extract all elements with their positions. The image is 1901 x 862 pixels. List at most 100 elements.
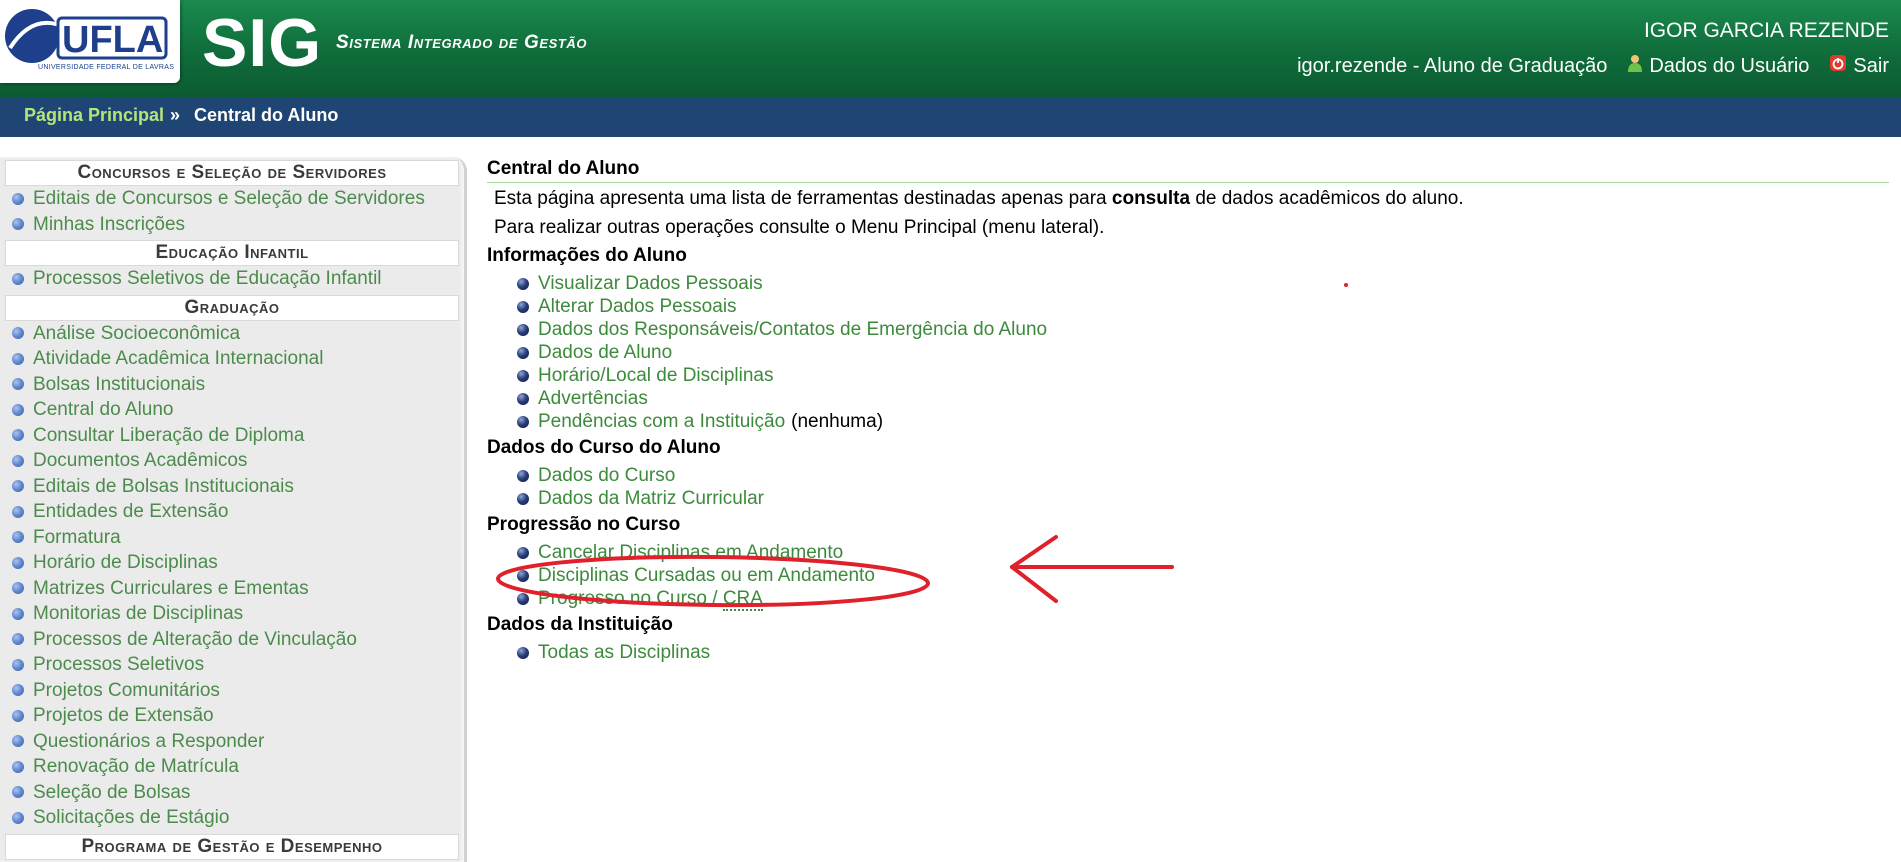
link-dados-matriz[interactable]: Dados da Matriz Curricular: [538, 487, 764, 510]
sidebar-item-label: Bolsas Institucionais: [33, 373, 206, 395]
sidebar-item-label: Formatura: [33, 526, 121, 548]
bullet-icon: [12, 352, 24, 365]
ufla-logo[interactable]: UFLA UNIVERSIDADE FEDERAL DE LAVRAS: [0, 0, 180, 83]
user-data-link[interactable]: Dados do Usuário: [1649, 55, 1809, 78]
user-info-line: igor.rezende - Aluno de Graduação Dados …: [1297, 54, 1889, 78]
sidebar-item[interactable]: Matrizes Curriculares e Ementas: [0, 576, 464, 602]
sidebar-item[interactable]: Análise Socioeconômica: [0, 321, 464, 347]
list-item: Dados dos Responsáveis/Contatos de Emerg…: [487, 318, 1887, 341]
sidebar-section-title: Programa de Gestão e Desempenho: [5, 833, 459, 860]
bullet-icon: [517, 546, 529, 559]
link-disciplinas-cursadas[interactable]: Disciplinas Cursadas ou em Andamento: [538, 564, 875, 587]
bullet-icon: [12, 760, 24, 773]
sidebar-item[interactable]: Bolsas Institucionais: [0, 372, 464, 398]
link-alterar-dados-pessoais[interactable]: Alterar Dados Pessoais: [538, 295, 737, 318]
link-horario-local[interactable]: Horário/Local de Disciplinas: [538, 364, 774, 387]
sidebar-content: Concursos e Seleção de Servidores Editais…: [0, 160, 464, 860]
group-title-progressao: Progressão no Curso: [487, 514, 681, 535]
list-item: Advertências: [487, 387, 1887, 410]
bullet-icon: [12, 658, 24, 671]
bullet-icon: [12, 480, 24, 493]
pendencias-note: (nenhuma): [791, 411, 884, 432]
user-icon: [1627, 54, 1643, 78]
logout-icon: [1829, 54, 1847, 78]
sidebar-item[interactable]: Editais de Concursos e Seleção de Servid…: [0, 186, 464, 212]
sidebar-item[interactable]: Editais de Bolsas Institucionais: [0, 474, 464, 500]
sidebar-item[interactable]: Atividade Acadêmica Internacional: [0, 346, 464, 372]
sidebar-item-label: Questionários a Responder: [33, 730, 265, 752]
user-login-info: igor.rezende - Aluno de Graduação: [1297, 54, 1608, 77]
app-title: SIG: [202, 5, 323, 81]
bullet-icon: [12, 633, 24, 646]
group-title-dados-curso: Dados do Curso do Aluno: [487, 437, 721, 458]
sidebar-item[interactable]: Projetos Comunitários: [0, 678, 464, 704]
sidebar-item-label: Central do Aluno: [33, 399, 174, 420]
progress-link-text: Progresso no Curso /: [538, 588, 723, 609]
sidebar-section-title: Graduação: [5, 294, 459, 321]
bullet-icon: [12, 218, 24, 231]
link-cancelar-disciplinas[interactable]: Cancelar Disciplinas em Andamento: [538, 541, 843, 564]
sidebar-item[interactable]: Solicitações de Estágio: [0, 805, 464, 831]
sidebar-item[interactable]: Projetos de Extensão: [0, 703, 464, 729]
bullet-icon: [12, 582, 24, 595]
sidebar-item[interactable]: Entidades de Extensão: [0, 499, 464, 525]
link-todas-disciplinas[interactable]: Todas as Disciplinas: [538, 641, 710, 664]
bullet-icon: [12, 403, 24, 416]
bullet-icon: [12, 378, 24, 391]
sidebar-item[interactable]: Central do Aluno: [0, 397, 464, 423]
sidebar-item[interactable]: Minhas Inscrições: [0, 212, 464, 238]
sidebar-item-label: Projetos de Extensão: [33, 705, 214, 726]
bullet-icon: [517, 415, 529, 428]
link-visualizar-dados-pessoais[interactable]: Visualizar Dados Pessoais: [538, 272, 763, 295]
sidebar-item[interactable]: Seleção de Bolsas: [0, 780, 464, 806]
header: UFLA UNIVERSIDADE FEDERAL DE LAVRAS SIG …: [0, 0, 1901, 101]
sidebar-item[interactable]: Processos Seletivos: [0, 652, 464, 678]
bullet-icon: [12, 454, 24, 467]
bullet-icon: [517, 646, 529, 659]
logout-link[interactable]: Sair: [1853, 55, 1889, 78]
sidebar-menu[interactable]: Concursos e Seleção de Servidores Editais…: [0, 157, 467, 862]
sidebar-item-label: Editais de Bolsas Institucionais: [33, 475, 294, 497]
group-title-instituicao: Dados da Instituição: [487, 614, 673, 635]
bullet-icon: [517, 346, 529, 359]
sidebar-item-label: Monitorias de Disciplinas: [33, 603, 244, 624]
sidebar-item-label: Projetos Comunitários: [33, 679, 220, 701]
link-dados-do-curso[interactable]: Dados do Curso: [538, 464, 675, 487]
link-pendencias[interactable]: Pendências com a Instituição: [538, 410, 785, 433]
bullet-icon: [517, 323, 529, 336]
link-progresso-curso[interactable]: Progresso no Curso / CRA: [538, 587, 763, 611]
links-progressao: Cancelar Disciplinas em Andamento Discip…: [487, 541, 1887, 611]
sidebar-item[interactable]: Questionários a Responder: [0, 729, 464, 755]
bullet-icon: [517, 469, 529, 482]
logo-subtitle: UNIVERSIDADE FEDERAL DE LAVRAS: [38, 64, 175, 71]
sidebar-item[interactable]: Horário de Disciplinas: [0, 550, 464, 576]
link-dados-de-aluno[interactable]: Dados de Aluno: [538, 341, 672, 364]
sidebar-item[interactable]: Processos de Alteração de Vinculação: [0, 627, 464, 653]
intro-text-start: Esta página apresenta uma lista de ferra…: [494, 188, 1107, 209]
bullet-icon: [517, 300, 529, 313]
intro-text-bold: consulta: [1111, 188, 1191, 209]
sidebar-item-label: Processos Seletivos: [33, 654, 205, 675]
sidebar-item-label: Solicitações de Estágio: [33, 807, 230, 828]
cra-abbr: CRA: [722, 588, 763, 611]
breadcrumb: Página Principal » Central do Aluno: [0, 94, 1901, 137]
svg-text:UFLA: UFLA: [62, 19, 163, 61]
sidebar-item[interactable]: Consultar Liberação de Diploma: [0, 423, 464, 449]
sidebar-item[interactable]: Formatura: [0, 525, 464, 551]
sidebar-item[interactable]: Processos Seletivos de Educação Infantil: [0, 266, 464, 292]
sidebar-item[interactable]: Documentos Acadêmicos: [0, 448, 464, 474]
bullet-icon: [12, 505, 24, 518]
link-dados-responsaveis[interactable]: Dados dos Responsáveis/Contatos de Emerg…: [538, 318, 1047, 341]
sidebar-item-label: Processos Seletivos de Educação Infantil: [33, 268, 382, 289]
bullet-icon: [12, 709, 24, 722]
sidebar-item-label: Editais de Concursos e Seleção de Servid…: [33, 188, 425, 209]
breadcrumb-separator: »: [170, 105, 181, 125]
breadcrumb-home-link[interactable]: Página Principal: [24, 105, 164, 126]
ufla-logo-graphic: UFLA: [5, 9, 168, 63]
link-advertencias[interactable]: Advertências: [538, 387, 648, 410]
list-item: Dados da Matriz Curricular: [487, 487, 1887, 510]
sidebar-item-label: Matrizes Curriculares e Ementas: [33, 577, 309, 599]
links-dados-curso: Dados do Curso Dados da Matriz Curricula…: [487, 464, 1887, 510]
sidebar-item[interactable]: Monitorias de Disciplinas: [0, 601, 464, 627]
sidebar-item[interactable]: Renovação de Matrícula: [0, 754, 464, 780]
